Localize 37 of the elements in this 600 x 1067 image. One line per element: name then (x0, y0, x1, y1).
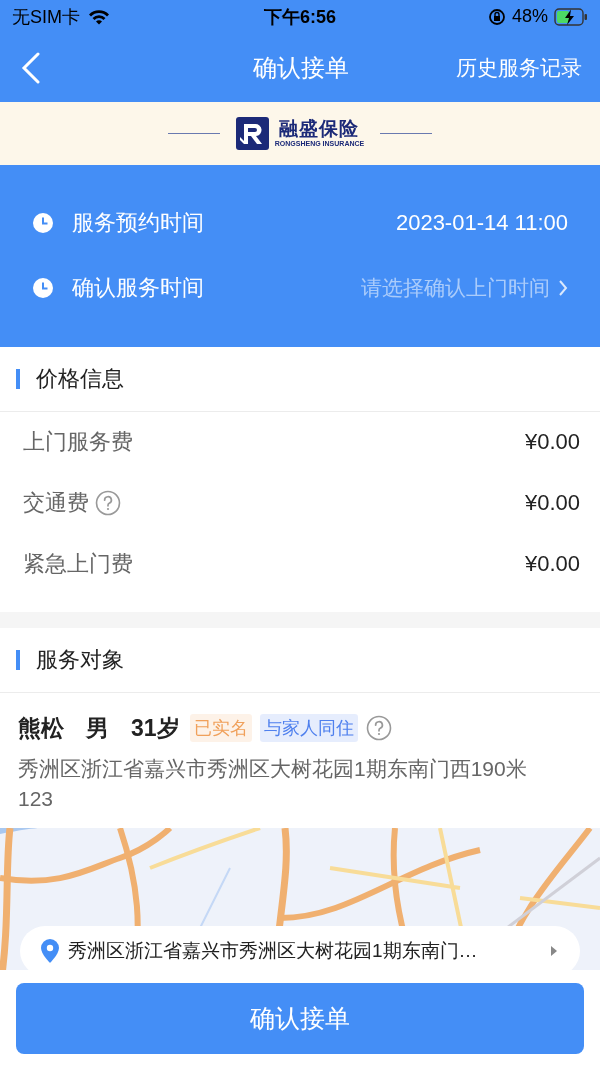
fee-amount: ¥0.00 (524, 551, 580, 578)
clock-icon (32, 277, 54, 300)
help-icon[interactable] (95, 490, 121, 517)
section-title: 服务对象 (36, 646, 124, 674)
time-picker[interactable]: 请选择确认上门时间 (361, 274, 568, 303)
rotation-lock-icon (487, 7, 506, 26)
confirm-button[interactable]: 确认接单 (16, 983, 584, 1054)
fee-label: 交通费 (23, 489, 89, 518)
time-label: 确认服务时间 (72, 274, 204, 303)
location-pin-icon (40, 938, 60, 964)
fee-label: 紧急上门费 (23, 550, 133, 579)
chevron-icon (558, 279, 568, 298)
fee-label: 上门服务费 (23, 428, 133, 457)
battery-percent: 48% (511, 6, 548, 28)
clock-icon (32, 212, 54, 235)
tag: 与家人同住 (259, 714, 358, 743)
back-icon[interactable] (20, 51, 42, 84)
help-icon[interactable] (365, 715, 392, 742)
tag: 已实名 (189, 714, 252, 743)
fee-amount: ¥0.00 (524, 490, 580, 517)
time-value: 2023-01-14 11:00 (395, 210, 568, 237)
clock-time: 下午6:56 (263, 5, 337, 29)
person-gender: 男 (86, 714, 109, 743)
person-age: 31岁 (131, 714, 180, 743)
logo-name: 融盛保险 (279, 118, 360, 139)
logo-icon (235, 116, 269, 150)
page-title: 确认接单 (253, 52, 349, 83)
time-label: 服务预约时间 (72, 209, 204, 238)
fee-amount: ¥0.00 (524, 429, 580, 456)
person-name: 熊松 (18, 714, 64, 743)
section-title: 价格信息 (36, 365, 124, 393)
wifi-icon (88, 8, 110, 25)
carrier-label: 无SIM卡 (12, 5, 80, 29)
history-link[interactable]: 历史服务记录 (456, 49, 582, 86)
caret-icon (550, 945, 558, 957)
map-address-bar[interactable]: 秀洲区浙江省嘉兴市秀洲区大树花园1期东南门… (20, 926, 580, 970)
address-text: 秀洲区浙江省嘉兴市秀洲区大树花园1期东南门西190米123 (18, 756, 528, 812)
